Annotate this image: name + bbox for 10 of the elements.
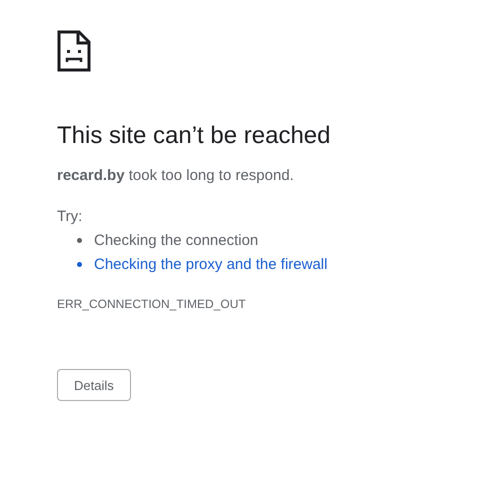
details-button[interactable]: Details <box>57 369 131 402</box>
try-label: Try: <box>57 207 82 228</box>
bullet-icon <box>77 262 82 268</box>
suggestion-text: Checking the connection <box>94 231 258 252</box>
error-message: recard.by took too long to respond. <box>57 166 294 186</box>
error-title: This site can’t be reached <box>57 121 330 151</box>
error-code: ERR_CONNECTION_TIMED_OUT <box>57 297 246 312</box>
suggestion-link[interactable]: Checking the proxy and the firewall <box>94 254 328 276</box>
bullet-icon <box>77 238 82 244</box>
sad-page-icon <box>57 30 91 72</box>
